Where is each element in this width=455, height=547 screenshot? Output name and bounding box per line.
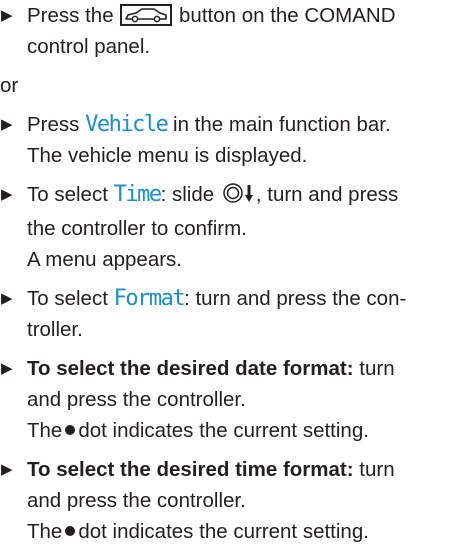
step-text: control panel. — [27, 35, 151, 58]
step-text: dot indicates the current setting. — [78, 419, 369, 442]
step-text: in the main function bar. — [173, 113, 391, 136]
step-text: Press — [27, 113, 80, 136]
arrow-bullet-icon: ▶ — [1, 461, 13, 478]
step-text: and press the controller. — [27, 388, 246, 411]
filled-dot-icon — [65, 526, 76, 536]
step-text: The — [27, 520, 63, 543]
step-result: The vehicle menu is displayed. — [27, 144, 308, 167]
arrow-bullet-icon: ▶ — [1, 186, 13, 203]
step-select-time: ▶ To select Time: slide , turn and press… — [0, 179, 455, 275]
menu-item-time: Time — [113, 182, 162, 207]
step-select-time-format: ▶ To select the desired time format: tur… — [0, 454, 455, 547]
step-text: button on the COMAND — [179, 4, 396, 27]
step-text: To select — [27, 287, 108, 310]
step-text: troller. — [27, 318, 83, 341]
step-text: , turn and press — [255, 183, 399, 206]
step-text: turn — [359, 458, 395, 481]
menu-item-vehicle: Vehicle — [85, 112, 169, 137]
filled-dot-icon — [65, 425, 76, 435]
arrow-bullet-icon: ▶ — [1, 116, 13, 133]
arrow-bullet-icon: ▶ — [1, 290, 13, 307]
step-text: To select — [27, 183, 108, 206]
arrow-bullet-icon: ▶ — [1, 7, 13, 24]
step-result: A menu appears. — [27, 248, 182, 271]
step-press-vehicle: ▶ Press Vehicle in the main function bar… — [0, 109, 455, 171]
step-text: The — [27, 419, 63, 442]
step-text: Press the — [27, 4, 114, 27]
step-text: and press the controller. — [27, 489, 246, 512]
step-press-vehicle-button: ▶ Press the button on the COMAND control… — [0, 0, 455, 62]
step-text: the controller to confirm. — [27, 217, 247, 240]
step-heading: To select the desired date format: — [27, 357, 354, 380]
instruction-document: ▶ Press the button on the COMAND control… — [0, 0, 455, 547]
step-select-date-format: ▶ To select the desired date format: tur… — [0, 353, 455, 446]
arrow-bullet-icon: ▶ — [1, 360, 13, 377]
or-separator: or — [0, 74, 19, 97]
step-text: : turn and press the con- — [184, 287, 407, 310]
step-heading: To select the desired time format: — [27, 458, 354, 481]
controller-slide-down-icon — [222, 182, 256, 213]
car-button-icon — [120, 4, 173, 26]
menu-item-format: Format — [113, 286, 186, 311]
step-text: dot indicates the current setting. — [78, 520, 369, 543]
step-text: turn — [359, 357, 395, 380]
step-select-format: ▶ To select Format: turn and press the c… — [0, 283, 455, 345]
step-text: : slide — [160, 183, 215, 206]
